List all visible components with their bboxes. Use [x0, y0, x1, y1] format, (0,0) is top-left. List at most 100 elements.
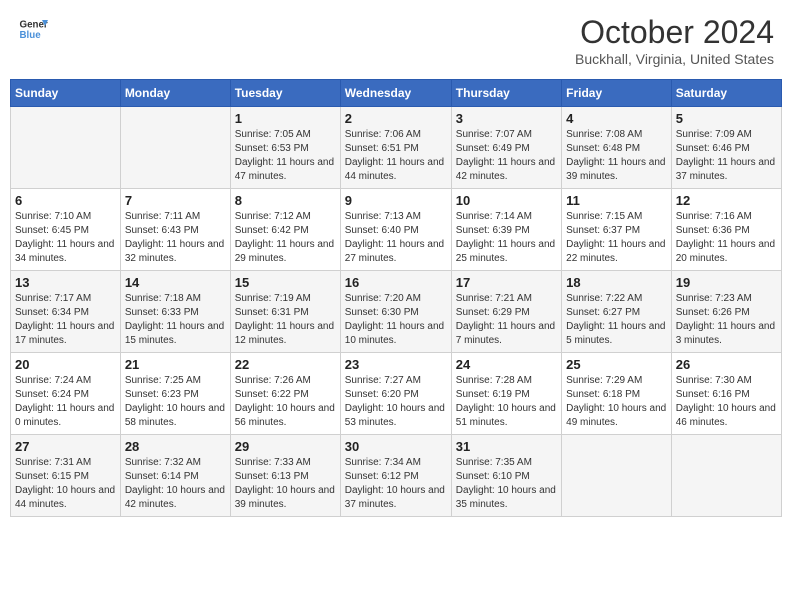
day-number: 5: [676, 111, 777, 126]
sunset-text: Sunset: 6:26 PM: [676, 307, 750, 318]
calendar-body: 1 Sunrise: 7:05 AM Sunset: 6:53 PM Dayli…: [11, 107, 782, 517]
day-number: 27: [15, 439, 116, 454]
day-info: Sunrise: 7:25 AM Sunset: 6:23 PM Dayligh…: [125, 374, 226, 430]
sunrise-text: Sunrise: 7:29 AM: [566, 375, 642, 386]
day-info: Sunrise: 7:24 AM Sunset: 6:24 PM Dayligh…: [15, 374, 116, 430]
day-info: Sunrise: 7:26 AM Sunset: 6:22 PM Dayligh…: [235, 374, 336, 430]
weekday-header-sunday: Sunday: [11, 80, 121, 107]
day-info: Sunrise: 7:31 AM Sunset: 6:15 PM Dayligh…: [15, 456, 116, 512]
sunrise-text: Sunrise: 7:27 AM: [345, 375, 421, 386]
day-info: Sunrise: 7:30 AM Sunset: 6:16 PM Dayligh…: [676, 374, 777, 430]
daylight-text: Daylight: 11 hours and 27 minutes.: [345, 239, 444, 264]
sunset-text: Sunset: 6:51 PM: [345, 143, 419, 154]
day-info: Sunrise: 7:14 AM Sunset: 6:39 PM Dayligh…: [456, 210, 557, 266]
calendar-cell: 24 Sunrise: 7:28 AM Sunset: 6:19 PM Dayl…: [451, 353, 561, 435]
daylight-text: Daylight: 11 hours and 3 minutes.: [676, 321, 775, 346]
calendar-cell: 10 Sunrise: 7:14 AM Sunset: 6:39 PM Dayl…: [451, 189, 561, 271]
day-number: 10: [456, 193, 557, 208]
calendar-cell: 19 Sunrise: 7:23 AM Sunset: 6:26 PM Dayl…: [671, 271, 781, 353]
day-number: 9: [345, 193, 447, 208]
title-block: October 2024 Buckhall, Virginia, United …: [575, 14, 774, 67]
daylight-text: Daylight: 11 hours and 7 minutes.: [456, 321, 555, 346]
calendar-cell: 4 Sunrise: 7:08 AM Sunset: 6:48 PM Dayli…: [562, 107, 672, 189]
sunset-text: Sunset: 6:46 PM: [676, 143, 750, 154]
sunset-text: Sunset: 6:53 PM: [235, 143, 309, 154]
weekday-header-thursday: Thursday: [451, 80, 561, 107]
calendar-cell: 22 Sunrise: 7:26 AM Sunset: 6:22 PM Dayl…: [230, 353, 340, 435]
sunset-text: Sunset: 6:27 PM: [566, 307, 640, 318]
calendar-cell: 6 Sunrise: 7:10 AM Sunset: 6:45 PM Dayli…: [11, 189, 121, 271]
sunrise-text: Sunrise: 7:33 AM: [235, 457, 311, 468]
day-info: Sunrise: 7:13 AM Sunset: 6:40 PM Dayligh…: [345, 210, 447, 266]
sunset-text: Sunset: 6:33 PM: [125, 307, 199, 318]
calendar-week-row: 27 Sunrise: 7:31 AM Sunset: 6:15 PM Dayl…: [11, 435, 782, 517]
day-number: 8: [235, 193, 336, 208]
calendar-header: SundayMondayTuesdayWednesdayThursdayFrid…: [11, 80, 782, 107]
calendar-cell: 8 Sunrise: 7:12 AM Sunset: 6:42 PM Dayli…: [230, 189, 340, 271]
calendar-cell: 16 Sunrise: 7:20 AM Sunset: 6:30 PM Dayl…: [340, 271, 451, 353]
calendar-week-row: 13 Sunrise: 7:17 AM Sunset: 6:34 PM Dayl…: [11, 271, 782, 353]
sunset-text: Sunset: 6:13 PM: [235, 471, 309, 482]
calendar-cell: 20 Sunrise: 7:24 AM Sunset: 6:24 PM Dayl…: [11, 353, 121, 435]
sunrise-text: Sunrise: 7:17 AM: [15, 293, 91, 304]
location: Buckhall, Virginia, United States: [575, 51, 774, 67]
calendar-cell: 12 Sunrise: 7:16 AM Sunset: 6:36 PM Dayl…: [671, 189, 781, 271]
daylight-text: Daylight: 11 hours and 29 minutes.: [235, 239, 334, 264]
sunset-text: Sunset: 6:39 PM: [456, 225, 530, 236]
sunset-text: Sunset: 6:15 PM: [15, 471, 89, 482]
day-number: 20: [15, 357, 116, 372]
calendar-cell: 3 Sunrise: 7:07 AM Sunset: 6:49 PM Dayli…: [451, 107, 561, 189]
day-number: 29: [235, 439, 336, 454]
daylight-text: Daylight: 11 hours and 47 minutes.: [235, 157, 334, 182]
calendar-cell: 31 Sunrise: 7:35 AM Sunset: 6:10 PM Dayl…: [451, 435, 561, 517]
day-info: Sunrise: 7:20 AM Sunset: 6:30 PM Dayligh…: [345, 292, 447, 348]
sunset-text: Sunset: 6:29 PM: [456, 307, 530, 318]
day-number: 12: [676, 193, 777, 208]
logo-icon: General Blue: [18, 14, 48, 44]
day-number: 7: [125, 193, 226, 208]
weekday-header-row: SundayMondayTuesdayWednesdayThursdayFrid…: [11, 80, 782, 107]
calendar-cell: 2 Sunrise: 7:06 AM Sunset: 6:51 PM Dayli…: [340, 107, 451, 189]
daylight-text: Daylight: 10 hours and 35 minutes.: [456, 485, 556, 510]
daylight-text: Daylight: 11 hours and 10 minutes.: [345, 321, 444, 346]
calendar-cell: 23 Sunrise: 7:27 AM Sunset: 6:20 PM Dayl…: [340, 353, 451, 435]
daylight-text: Daylight: 10 hours and 49 minutes.: [566, 403, 666, 428]
calendar-cell: 30 Sunrise: 7:34 AM Sunset: 6:12 PM Dayl…: [340, 435, 451, 517]
day-number: 24: [456, 357, 557, 372]
sunrise-text: Sunrise: 7:15 AM: [566, 211, 642, 222]
daylight-text: Daylight: 10 hours and 39 minutes.: [235, 485, 335, 510]
sunset-text: Sunset: 6:48 PM: [566, 143, 640, 154]
svg-text:Blue: Blue: [20, 30, 42, 41]
daylight-text: Daylight: 11 hours and 0 minutes.: [15, 403, 114, 428]
sunset-text: Sunset: 6:45 PM: [15, 225, 89, 236]
weekday-header-wednesday: Wednesday: [340, 80, 451, 107]
day-number: 21: [125, 357, 226, 372]
sunrise-text: Sunrise: 7:25 AM: [125, 375, 201, 386]
sunrise-text: Sunrise: 7:16 AM: [676, 211, 752, 222]
sunset-text: Sunset: 6:34 PM: [15, 307, 89, 318]
sunset-text: Sunset: 6:16 PM: [676, 389, 750, 400]
day-info: Sunrise: 7:29 AM Sunset: 6:18 PM Dayligh…: [566, 374, 667, 430]
weekday-header-friday: Friday: [562, 80, 672, 107]
sunset-text: Sunset: 6:43 PM: [125, 225, 199, 236]
sunrise-text: Sunrise: 7:22 AM: [566, 293, 642, 304]
calendar-cell: 9 Sunrise: 7:13 AM Sunset: 6:40 PM Dayli…: [340, 189, 451, 271]
day-number: 3: [456, 111, 557, 126]
day-number: 1: [235, 111, 336, 126]
day-number: 25: [566, 357, 667, 372]
day-info: Sunrise: 7:21 AM Sunset: 6:29 PM Dayligh…: [456, 292, 557, 348]
day-number: 28: [125, 439, 226, 454]
daylight-text: Daylight: 11 hours and 5 minutes.: [566, 321, 665, 346]
day-number: 26: [676, 357, 777, 372]
sunset-text: Sunset: 6:10 PM: [456, 471, 530, 482]
daylight-text: Daylight: 10 hours and 58 minutes.: [125, 403, 225, 428]
day-number: 6: [15, 193, 116, 208]
sunrise-text: Sunrise: 7:14 AM: [456, 211, 532, 222]
calendar-cell: [562, 435, 672, 517]
calendar-cell: 14 Sunrise: 7:18 AM Sunset: 6:33 PM Dayl…: [120, 271, 230, 353]
day-info: Sunrise: 7:10 AM Sunset: 6:45 PM Dayligh…: [15, 210, 116, 266]
day-number: 2: [345, 111, 447, 126]
daylight-text: Daylight: 11 hours and 44 minutes.: [345, 157, 444, 182]
calendar-cell: 17 Sunrise: 7:21 AM Sunset: 6:29 PM Dayl…: [451, 271, 561, 353]
day-info: Sunrise: 7:08 AM Sunset: 6:48 PM Dayligh…: [566, 128, 667, 184]
